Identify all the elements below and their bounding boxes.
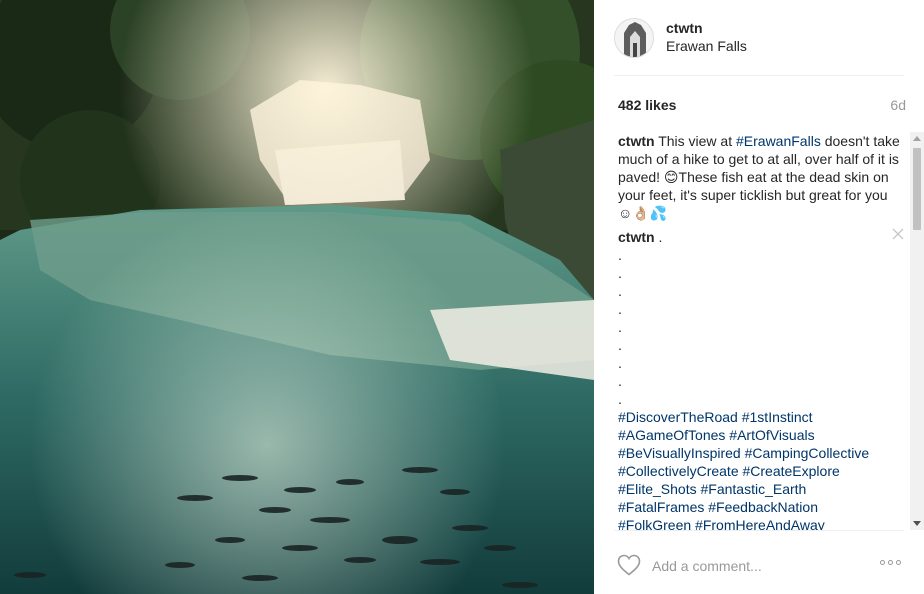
dot-line: . <box>618 247 622 263</box>
add-comment-input[interactable] <box>652 556 852 576</box>
hashtag-line: #AGameOfTones #ArtOfVisuals <box>618 426 904 444</box>
dot-line: . <box>618 319 622 335</box>
close-icon[interactable] <box>892 228 904 240</box>
caption-hashtag[interactable]: #ErawanFalls <box>736 133 821 149</box>
dot-line: . <box>618 265 622 281</box>
caption-text-before: This view at <box>654 133 736 149</box>
hashtag-line: #DiscoverTheRoad #1stInstinct <box>618 408 904 426</box>
post-photo[interactable] <box>0 0 594 594</box>
hashtag-link[interactable]: #FatalFrames <box>618 499 704 515</box>
post-username[interactable]: ctwtn <box>666 20 703 36</box>
hashtag-link[interactable]: #FeedbackNation <box>708 499 818 515</box>
scroll-down-arrow-icon[interactable] <box>913 521 921 526</box>
dot-line: . <box>618 337 622 353</box>
scroll-thumb[interactable] <box>913 148 921 230</box>
scroll-up-arrow-icon[interactable] <box>913 136 921 141</box>
footer-divider <box>614 530 904 531</box>
more-dot <box>896 560 901 565</box>
post-header: ctwtn Erawan Falls <box>614 18 904 76</box>
comment-username[interactable]: ctwtn <box>618 229 655 245</box>
hashtag-link[interactable]: #CollectivelyCreate <box>618 463 739 479</box>
avatar[interactable] <box>614 18 654 58</box>
comments-list[interactable]: ctwtn This view at #ErawanFalls doesn't … <box>618 132 904 530</box>
comments-scrollbar[interactable] <box>910 132 924 530</box>
more-options-icon[interactable] <box>880 560 906 570</box>
dot-line: . <box>618 373 622 389</box>
hashtag-link[interactable]: #FolkGreen <box>618 517 691 530</box>
dot-line: . <box>618 355 622 371</box>
hashtag-link[interactable]: #AGameOfTones <box>618 427 725 443</box>
hashtag-link[interactable]: #CreateExplore <box>743 463 840 479</box>
hashtag-link[interactable]: #FromHereAndAway <box>695 517 825 530</box>
comment-text: . <box>654 229 663 245</box>
hashtag-link[interactable]: #1stInstinct <box>742 409 813 425</box>
dot-lines: ......... <box>618 246 904 408</box>
post-location[interactable]: Erawan Falls <box>666 38 747 54</box>
heart-outline-icon[interactable] <box>617 554 641 576</box>
hashtag-link[interactable]: #DiscoverTheRoad <box>618 409 738 425</box>
avatar-image <box>615 19 653 57</box>
hashtag-link[interactable]: #BeVisuallyInspired <box>618 445 741 461</box>
hashtag-line: #Elite_Shots #Fantastic_Earth <box>618 480 904 498</box>
hashtag-line: #FatalFrames #FeedbackNation <box>618 498 904 516</box>
caption-comment: ctwtn This view at #ErawanFalls doesn't … <box>618 132 904 222</box>
hashtag-link[interactable]: #CampingCollective <box>745 445 870 461</box>
caption-username[interactable]: ctwtn <box>618 133 655 149</box>
post-age[interactable]: 6d <box>890 97 906 113</box>
hashtag-link[interactable]: #Fantastic_Earth <box>701 481 807 497</box>
second-comment: ctwtn . ......... #DiscoverTheRoad #1stI… <box>618 228 904 530</box>
more-dot <box>880 560 885 565</box>
dot-line: . <box>618 301 622 317</box>
hashtag-line: #FolkGreen #FromHereAndAway <box>618 516 904 530</box>
hashtag-lines: #DiscoverTheRoad #1stInstinct #AGameOfTon… <box>618 408 904 530</box>
hashtag-link[interactable]: #Elite_Shots <box>618 481 697 497</box>
likes-row: 482 likes 6d <box>618 97 906 117</box>
hashtag-line: #BeVisuallyInspired #CampingCollective <box>618 444 904 462</box>
likes-count[interactable]: 482 likes <box>618 97 676 113</box>
dot-line: . <box>618 283 622 299</box>
hashtag-line: #CollectivelyCreate #CreateExplore <box>618 462 904 480</box>
waterfall-photo-image <box>0 0 594 594</box>
more-dot <box>888 560 893 565</box>
post-footer <box>594 530 924 594</box>
dot-line: . <box>618 391 622 407</box>
hashtag-link[interactable]: #ArtOfVisuals <box>729 427 814 443</box>
